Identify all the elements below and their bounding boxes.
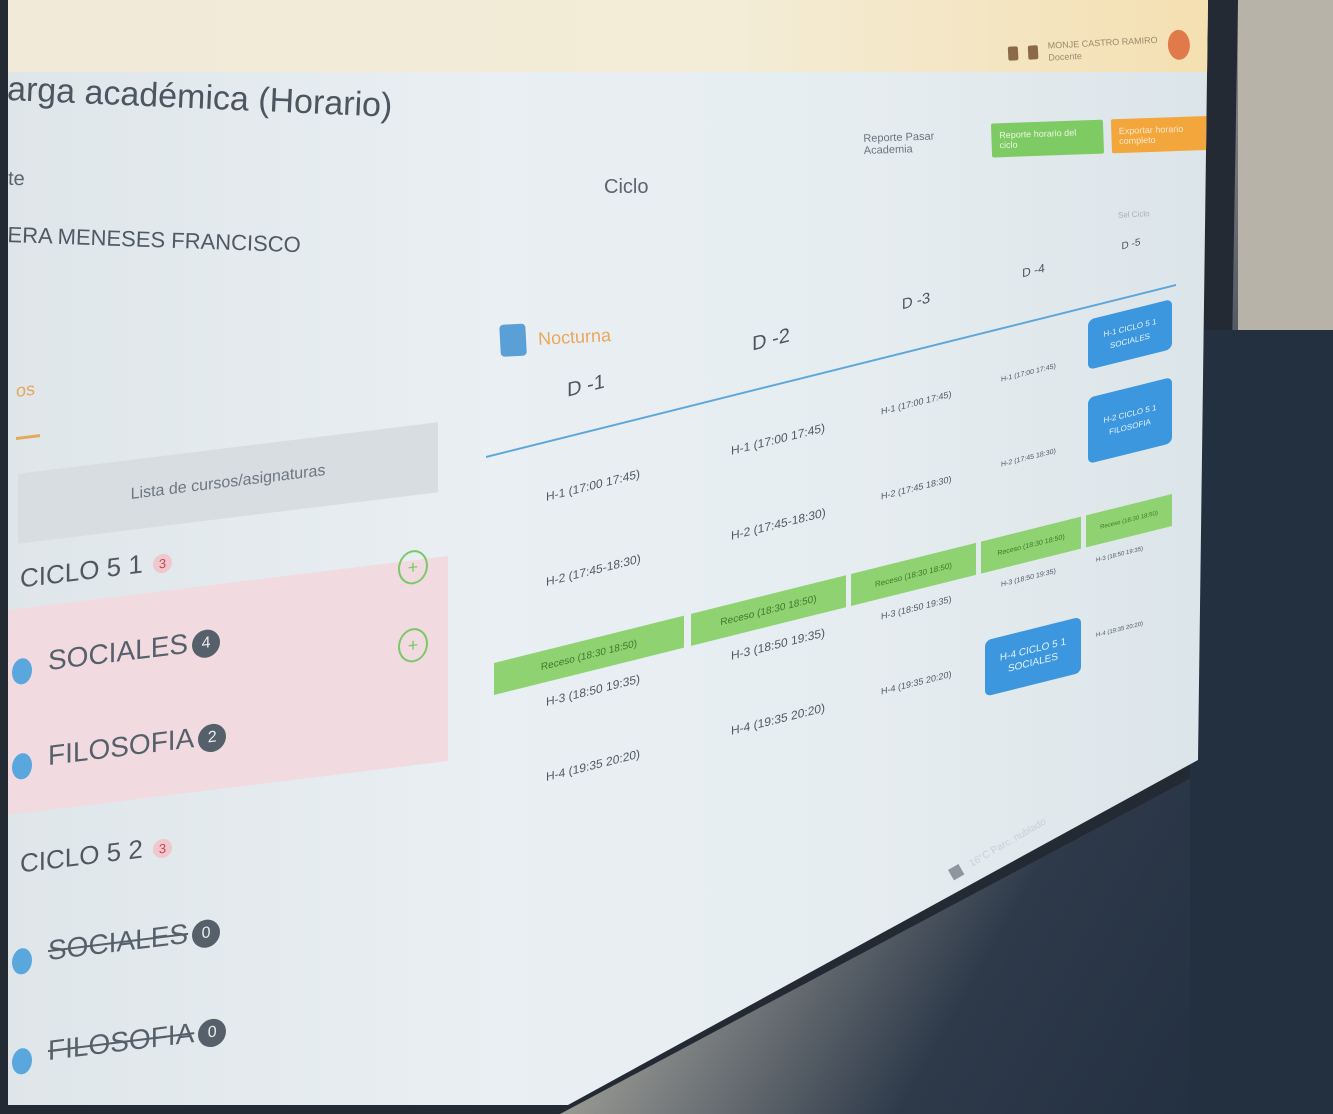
background-floor (1190, 330, 1333, 1114)
cycle-label: Ciclo (604, 176, 649, 198)
teacher-name: ERA MENESES FRANCISCO (8, 222, 302, 258)
course-count: 2 (198, 721, 227, 754)
slot-h1[interactable]: H-1 (17:00 17:45) (731, 420, 825, 457)
course-filosofia-5-2[interactable]: FILOSOFIA 0 (48, 1013, 227, 1067)
slot-h1[interactable]: H-1 (17:00 17:45) (881, 389, 952, 417)
course-count: 4 (192, 627, 221, 660)
user-info[interactable]: MONJE CASTRO RAMIRO Docente (1047, 34, 1158, 64)
tab-underline (16, 434, 40, 441)
slot-h3[interactable]: H-3 (18:50 19:35) (1001, 568, 1056, 589)
slot-h3[interactable]: H-3 (18:50 19:35) (881, 594, 952, 622)
weather-icon (948, 864, 965, 881)
recess-bar: Receso (18:30 18:50) (851, 542, 976, 606)
slot-h1[interactable]: H-1 (17:00 17:45) (546, 467, 640, 504)
day-column-5: D -5 H-1 CICLO 5 1 SOCIALES H-2 CICLO 5 … (1086, 208, 1176, 690)
course-bullet-icon (12, 947, 32, 976)
course-name: SOCIALES (48, 917, 189, 967)
day-column-4: D -4 H-1 (17:00 17:45) H-2 (17:45 18:30)… (981, 230, 1086, 716)
course-sociales-5-2[interactable]: SOCIALES 0 (48, 914, 221, 967)
schedule-header: Nocturna (499, 319, 612, 357)
group-name: CICLO 5 2 (20, 833, 143, 879)
slot-h4[interactable]: H-4 (19:35 20:20) (546, 747, 640, 784)
slot-h3[interactable]: H-3 (18:50 19:35) (1096, 546, 1143, 564)
slot-h2[interactable]: H-2 (17:45-18:30) (546, 551, 641, 589)
day-column-2: D -2 H-1 (17:00 17:45) H-2 (17:45-18:30)… (691, 289, 851, 789)
bell-icon[interactable] (1007, 46, 1019, 61)
section-label: os (16, 378, 36, 402)
course-name: FILOSOFIA (48, 1017, 195, 1067)
day-header: D -1 (567, 370, 605, 402)
slot-h2[interactable]: H-2 (17:45 18:30) (1001, 448, 1056, 469)
course-bullet-icon (12, 1047, 32, 1076)
schedule-grid: D -1 H-1 (17:00 17:45) H-2 (17:45-18:30)… (486, 205, 1186, 840)
print-icon[interactable] (499, 323, 527, 357)
app-screen: MONJE CASTRO RAMIRO Docente arga académi… (8, 0, 1208, 1105)
assigned-block-h4[interactable]: H-4 CICLO 5 1 SOCIALES (985, 616, 1081, 697)
course-count: 0 (198, 1016, 227, 1049)
recess-bar: Receso (18:30 18:50) (1086, 493, 1172, 548)
slot-h4[interactable]: H-4 (19:35 20:20) (731, 700, 825, 737)
group-name: CICLO 5 1 (20, 548, 143, 594)
day-column-3: D -3 H-1 (17:00 17:45) H-2 (17:45 18:30)… (851, 257, 981, 749)
slot-h4[interactable]: H-4 (19:35 20:20) (1096, 621, 1143, 639)
course-count: 0 (192, 917, 221, 950)
group-highlight (8, 555, 448, 815)
course-list-panel: os Lista de cursos/asignaturas CICLO 5 1… (8, 305, 458, 1100)
group-ciclo-5-2[interactable]: CICLO 5 2 3 (20, 830, 173, 880)
avatar[interactable] (1167, 29, 1191, 61)
teacher-label: te (8, 167, 26, 191)
recess-bar: Receso (18:30 18:50) (981, 516, 1081, 574)
assigned-block-h2[interactable]: H-2 CICLO 5 1 FILOSOFIA (1088, 376, 1172, 464)
page-title: arga académica (Horario) (8, 70, 394, 125)
day-header: D -5 (1121, 236, 1141, 253)
mail-icon[interactable] (1027, 45, 1039, 60)
slot-h2[interactable]: H-2 (17:45-18:30) (731, 505, 826, 543)
day-column-1: D -1 H-1 (17:00 17:45) H-2 (17:45-18:30)… (486, 330, 686, 840)
slot-h2[interactable]: H-2 (17:45 18:30) (881, 474, 952, 502)
day-header: D -2 (752, 324, 790, 356)
group-count: 3 (152, 837, 173, 859)
background-wall (1238, 0, 1333, 360)
top-actions: Reporte Pasar Academia Reporte horario d… (863, 115, 1208, 162)
weather-text: 16°C Parc. nublado (967, 816, 1049, 869)
group-count: 3 (152, 552, 173, 574)
shift-label: Nocturna (537, 324, 612, 349)
course-list-header: Lista de cursos/asignaturas (18, 422, 438, 544)
day-header: D -4 (1022, 260, 1045, 281)
report-link[interactable]: Reporte Pasar Academia (863, 129, 984, 157)
group-ciclo-5-1[interactable]: CICLO 5 1 3 (20, 545, 173, 595)
assigned-block-h1[interactable]: H-1 CICLO 5 1 SOCIALES (1088, 298, 1172, 370)
day-header: D -3 (901, 289, 931, 314)
slot-h1[interactable]: H-1 (17:00 17:45) (1001, 363, 1056, 384)
slot-h4[interactable]: H-4 (19:35 20:20) (881, 669, 952, 697)
report-cycle-button[interactable]: Reporte horario del ciclo (990, 119, 1104, 158)
